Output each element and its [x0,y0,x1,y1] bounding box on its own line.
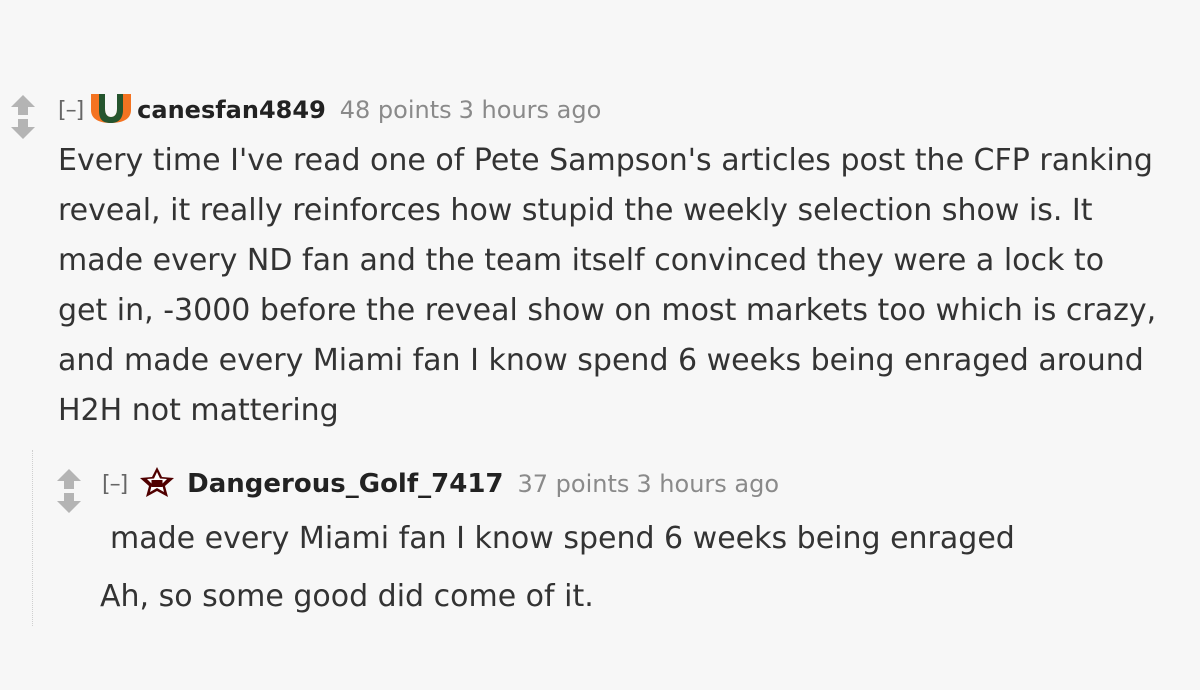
comment-body-line: Every time I've read one of Pete Sampson… [58,143,1153,178]
comment-body: Every time I've read one of Pete Sampson… [58,136,1200,436]
miami-u-logo-icon [89,92,133,128]
comment-author[interactable]: Dangerous_Golf_7417 [187,469,503,499]
comment-body-line: reveal, it really reinforces how stupid … [58,193,1093,228]
comment-quote: made every Miami fan I know spend 6 week… [110,521,1015,556]
collapse-toggle[interactable]: [–] [102,472,128,497]
comment-thread: [–] canesfan4849 48 points 3 hours ago Ev… [0,0,1200,690]
comment-body-line: H2H not mattering [58,393,339,428]
collapse-toggle[interactable]: [–] [58,98,84,123]
comment-meta: 48 points 3 hours ago [340,96,609,124]
downvote-arrow-icon[interactable] [54,492,84,514]
upvote-arrow-icon[interactable] [54,468,84,490]
vote-arrows [8,94,38,140]
comment-points: 37 points [517,470,630,498]
reply-thread-line [32,450,33,626]
downvote-arrow-icon[interactable] [8,118,38,140]
texas-am-logo-icon [137,465,177,503]
comment-body-line: made every ND fan and the team itself co… [58,243,1105,278]
comment-body-line: and made every Miami fan I know spend 6 … [58,343,1144,378]
comment-body-line: Ah, so some good did come of it. [100,579,594,614]
vote-arrows [54,468,84,514]
comment-tagline: [–] Dangerous_Golf_7417 37 points 3 hours… [102,462,786,506]
comment-author[interactable]: canesfan4849 [137,96,326,124]
comment-tagline: [–] canesfan4849 48 points 3 hours ago [58,88,608,132]
comment-timestamp: 3 hours ago [636,470,780,498]
comment-timestamp: 3 hours ago [458,96,602,124]
comment-body: Ah, so some good did come of it. [100,572,1170,622]
comment-points: 48 points [339,96,452,124]
comment-meta: 37 points 3 hours ago [518,470,787,498]
comment-body-line: get in, -3000 before the reveal show on … [58,293,1157,328]
upvote-arrow-icon[interactable] [8,94,38,116]
